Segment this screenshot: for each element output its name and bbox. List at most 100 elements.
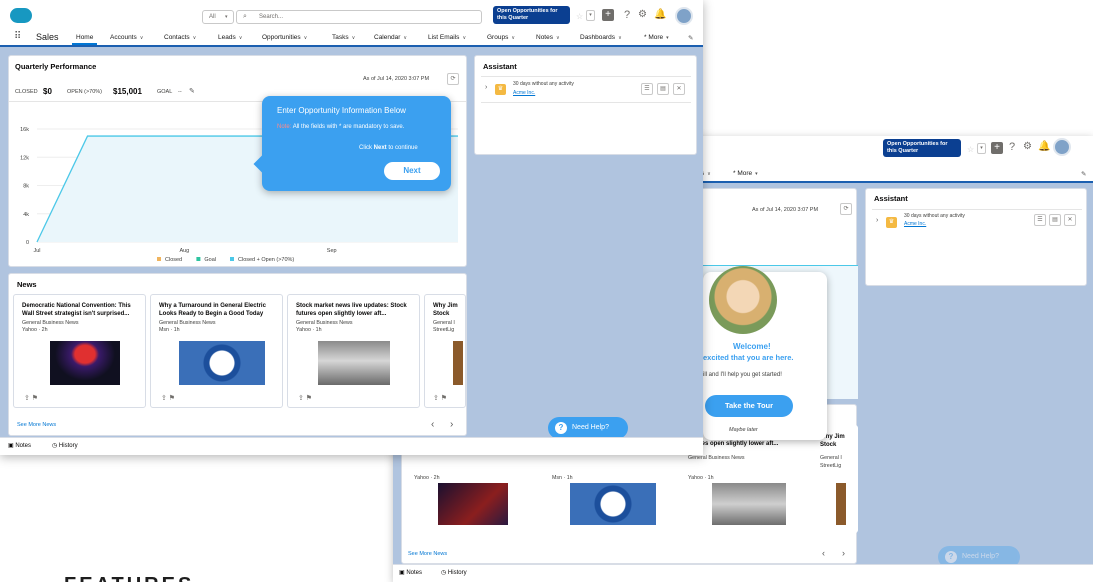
close-icon[interactable]: ✕ xyxy=(673,83,685,95)
footer-notes[interactable]: ▣ Notes xyxy=(8,442,31,449)
news-headline: Why Jim Stock xyxy=(433,303,458,317)
news-source: General Business News xyxy=(159,320,216,326)
history-icon: ◷ xyxy=(52,443,58,449)
bell-icon[interactable]: 🔔 xyxy=(654,9,666,20)
close-icon[interactable]: ✕ xyxy=(1064,214,1076,226)
navbar: ⠿ Sales Home Accounts ∨ Contacts ∨ Leads ∨ … xyxy=(0,30,703,47)
gear-icon[interactable]: ⚙ xyxy=(638,9,647,20)
nav-item-more[interactable]: * More ▾ xyxy=(644,34,669,41)
nav-item-more[interactable]: * More ▾ xyxy=(733,170,758,177)
back-news-source: General I xyxy=(820,455,842,461)
pencil-icon[interactable]: ✎ xyxy=(1081,170,1086,178)
news-headline: Democratic National Convention: This Wal… xyxy=(22,303,131,317)
share-icon[interactable]: ⇪ ⚑ xyxy=(298,394,312,402)
add-icon[interactable]: + xyxy=(602,9,614,21)
nav-item-contacts[interactable]: Contacts ∨ xyxy=(164,34,196,41)
archive-icon[interactable]: ▤ xyxy=(1049,214,1061,226)
opportunity-button[interactable]: Open Opportunities for this Quarter xyxy=(493,6,570,24)
gear-icon[interactable]: ⚙ xyxy=(1023,141,1032,152)
list-icon[interactable]: ☰ xyxy=(1034,214,1046,226)
nav-item-tasks[interactable]: Tasks∨ xyxy=(332,34,355,41)
footer-notes[interactable]: ▣ Notes xyxy=(399,569,422,576)
prev-arrow-icon[interactable]: ‹ xyxy=(822,548,825,558)
caption-text: FEATURES xyxy=(64,574,194,582)
nav-item-calendar[interactable]: Calendar∨ xyxy=(374,34,407,41)
help-icon[interactable]: ? xyxy=(624,9,630,21)
news-item[interactable]: Why a Turnaround in General Electric Loo… xyxy=(150,294,283,408)
expand-chevron-icon[interactable]: › xyxy=(485,84,487,91)
nav-item-opportunities[interactable]: Opportunities ∨ xyxy=(262,34,307,41)
take-tour-button[interactable]: Take the Tour xyxy=(705,395,793,417)
need-help-button[interactable]: ? Need Help? xyxy=(548,417,628,439)
nav-item-dashboards[interactable]: Dashboards∨ xyxy=(580,34,622,41)
footer-history[interactable]: ◷ History xyxy=(52,442,78,449)
see-more-news-link[interactable]: See More News xyxy=(17,422,56,428)
archive-icon[interactable]: ▤ xyxy=(657,83,669,95)
news-meta: Yahoo · 2h xyxy=(22,327,48,333)
next-button[interactable]: Next xyxy=(384,162,440,180)
footer-history[interactable]: ◷ History xyxy=(441,569,467,576)
chevron-down-icon[interactable]: ▾ xyxy=(586,10,595,21)
chevron-down-icon[interactable]: ▾ xyxy=(977,143,986,154)
news-headline: Stock market news live updates: Stock fu… xyxy=(296,303,407,317)
avatar[interactable] xyxy=(1053,138,1071,156)
back-refresh-icon[interactable]: ⟳ xyxy=(840,203,852,215)
star-icon[interactable]: ☆ xyxy=(576,12,583,21)
prev-arrow-icon[interactable]: ‹ xyxy=(431,419,434,430)
notes-icon: ▣ xyxy=(399,570,405,576)
news-thumbnail xyxy=(712,483,786,525)
back-assistant-title: Assistant xyxy=(874,194,908,203)
assistant-card: Assistant › ♛ 30 days without any activi… xyxy=(474,55,697,155)
x-tick-label: Aug xyxy=(179,248,189,254)
back-news-meta: Msn · 1h xyxy=(552,475,573,481)
x-tick-label: Sep xyxy=(327,248,337,254)
news-item[interactable]: Democratic National Convention: This Wal… xyxy=(13,294,146,408)
maybe-later-link[interactable]: Maybe later xyxy=(729,427,758,433)
crown-icon: ♛ xyxy=(495,84,506,95)
expand-chevron-icon[interactable]: › xyxy=(876,217,878,224)
search-input[interactable]: ⌕ Search... xyxy=(236,10,482,24)
nav-item-list-emails[interactable]: List Emails∨ xyxy=(428,34,466,41)
news-item[interactable]: Why Jim Stock General I StreetLig ⇪ ⚑ xyxy=(424,294,466,408)
share-icon[interactable]: ⇪ ⚑ xyxy=(24,394,38,402)
need-help-label: Need Help? xyxy=(962,553,999,560)
tooltip-hint: Click Next to continue xyxy=(359,145,418,151)
x-tick-label: Jul xyxy=(33,248,40,254)
bell-icon[interactable]: 🔔 xyxy=(1038,141,1050,152)
nav-item-leads[interactable]: Leads ∨ xyxy=(218,34,242,41)
nav-item-home[interactable]: Home xyxy=(72,31,98,45)
pencil-icon[interactable]: ✎ xyxy=(688,34,693,42)
back-news-item[interactable]: Why Jim Stock General I StreetLig ⇪ ⚑ xyxy=(814,425,858,533)
news-thumbnail xyxy=(438,483,508,525)
guide-avatar xyxy=(709,266,777,334)
news-item[interactable]: Stock market news live updates: Stock fu… xyxy=(287,294,420,408)
y-tick-label: 4k xyxy=(23,212,29,218)
assistant-link[interactable]: Acme Inc. xyxy=(513,90,535,96)
search-scope-select[interactable]: All ▾ xyxy=(202,10,234,24)
app-launcher-icon[interactable]: ⠿ xyxy=(14,31,21,42)
welcome-title: Welcome! xyxy=(733,342,771,351)
back-news-source: General Business News xyxy=(688,455,745,461)
back-assistant-link[interactable]: Acme Inc. xyxy=(904,221,926,227)
help-icon: ? xyxy=(945,551,957,563)
share-icon[interactable]: ⇪ ⚑ xyxy=(161,394,175,402)
next-arrow-icon[interactable]: › xyxy=(450,419,453,430)
nav-item-groups[interactable]: Groups∨ xyxy=(487,34,515,41)
search-placeholder: Search... xyxy=(259,14,284,20)
avatar[interactable] xyxy=(675,7,693,25)
next-arrow-icon[interactable]: › xyxy=(842,548,845,558)
news-meta: Yahoo · 1h xyxy=(296,327,322,333)
star-icon[interactable]: ☆ xyxy=(967,145,974,154)
nav-item-notes[interactable]: Notes∨ xyxy=(536,34,560,41)
back-opportunity-button[interactable]: Open Opportunities for this Quarter xyxy=(883,139,961,157)
news-source: General Business News xyxy=(22,320,79,326)
nav-item-accounts[interactable]: Accounts ∨ xyxy=(110,34,143,41)
news-title: News xyxy=(17,280,37,289)
news-headline: Why a Turnaround in General Electric Loo… xyxy=(159,303,266,317)
share-icon[interactable]: ⇪ ⚑ xyxy=(433,394,447,402)
search-icon: ⌕ xyxy=(243,13,247,20)
add-icon[interactable]: + xyxy=(991,142,1003,154)
list-icon[interactable]: ☰ xyxy=(641,83,653,95)
back-see-more-news[interactable]: See More News xyxy=(408,551,447,557)
help-icon[interactable]: ? xyxy=(1009,141,1015,153)
